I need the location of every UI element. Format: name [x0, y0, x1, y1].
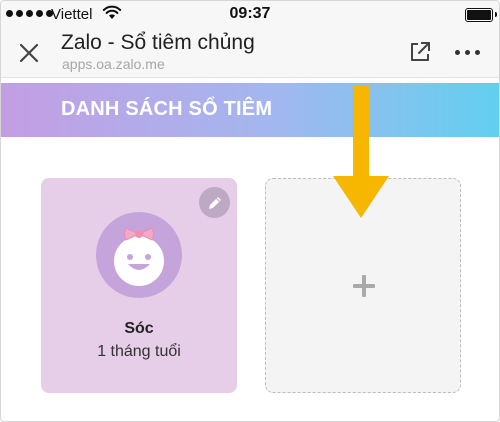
edit-button[interactable]: [199, 187, 230, 218]
page-title: Zalo - Sổ tiêm chủng: [61, 31, 255, 54]
section-banner: DANH SÁCH SỔ TIÊM: [1, 83, 499, 137]
arrow-down-icon: [333, 86, 389, 218]
page-url: apps.oa.zalo.me: [62, 56, 165, 72]
more-dots-icon[interactable]: [451, 44, 483, 60]
profile-name: Sóc: [124, 320, 154, 337]
open-external-icon[interactable]: [407, 39, 433, 65]
profile-age: 1 tháng tuổi: [97, 343, 181, 360]
baby-girl-face-icon: [96, 212, 182, 298]
pencil-icon: [208, 196, 221, 209]
section-title: DANH SÁCH SỔ TIÊM: [61, 98, 273, 120]
plus-icon: [353, 275, 375, 297]
app-screen: Viettel 09:37 Zalo - Sổ tiêm chủng apps.…: [0, 0, 500, 422]
close-icon[interactable]: [16, 40, 42, 66]
battery-icon: [465, 8, 497, 22]
status-time: 09:37: [229, 5, 271, 22]
profile-card[interactable]: Sóc 1 tháng tuổi: [41, 178, 237, 393]
navigation-bar: Zalo - Sổ tiêm chủng apps.oa.zalo.me: [1, 29, 499, 78]
status-bar: Viettel 09:37: [1, 1, 499, 29]
